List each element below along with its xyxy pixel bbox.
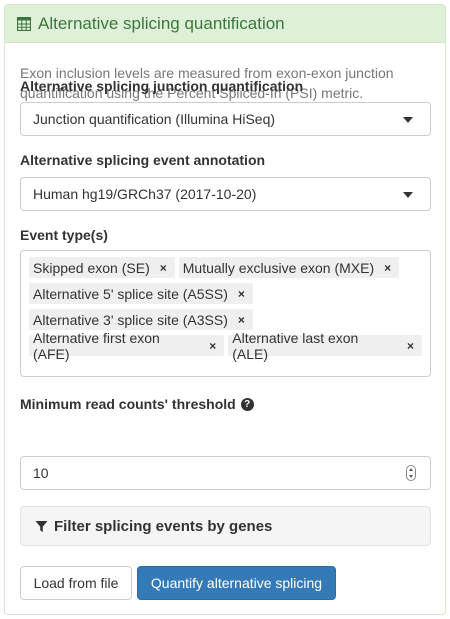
junction-select[interactable]: Junction quantification (Illumina HiSeq) [20, 102, 431, 136]
remove-chip-icon[interactable]: × [238, 313, 249, 327]
chip-label: Alternative last exon (ALE) [232, 329, 359, 362]
event-types-label: Event type(s) [20, 227, 108, 243]
chip-row: Alternative first exon (AFE) × Alternati… [29, 330, 426, 362]
caret-down-icon [403, 192, 413, 198]
filter-icon [35, 520, 48, 533]
event-types-multiselect[interactable]: Skipped exon (SE) × Mutually exclusive e… [20, 250, 431, 377]
caret-down-icon [403, 117, 413, 123]
min-reads-label: Minimum read counts' threshold ? [20, 396, 254, 412]
chip-row: Alternative 5' splice site (A5SS) × [29, 282, 426, 308]
event-chip-a3ss: Alternative 3' splice site (A3SS) × [29, 309, 253, 330]
quantify-button[interactable]: Quantify alternative splicing [137, 566, 336, 600]
junction-label: Alternative splicing junction quantifica… [20, 78, 304, 94]
junction-select-value: Junction quantification (Illumina HiSeq) [33, 111, 276, 127]
panel-title: Alternative splicing quantification [38, 13, 285, 33]
panel-body: Exon inclusion levels are measured from … [5, 43, 445, 103]
annotation-select-value: Human hg19/GRCh37 (2017-10-20) [33, 186, 257, 202]
event-chip-afe: Alternative first exon (AFE) × [29, 330, 225, 362]
chip-label: Alternative first exon (AFE) [33, 329, 160, 362]
remove-chip-icon[interactable]: × [407, 339, 418, 353]
chip-row: Skipped exon (SE) × Mutually exclusive e… [29, 256, 426, 282]
remove-chip-icon[interactable]: × [209, 339, 220, 353]
event-chip-mxe: Mutually exclusive exon (MXE) × [178, 257, 400, 278]
annotation-label: Alternative splicing event annotation [20, 152, 266, 168]
event-chip-se: Skipped exon (SE) × [29, 257, 175, 278]
gene-filter-label: Filter splicing events by genes [54, 517, 273, 535]
event-chip-ale: Alternative last exon (ALE) × [228, 330, 422, 362]
min-reads-input[interactable]: 10 [20, 456, 431, 490]
chip-label: Alternative 3' splice site (A3SS) [33, 311, 228, 328]
chip-label: Skipped exon (SE) [33, 259, 150, 276]
annotation-select[interactable]: Human hg19/GRCh37 (2017-10-20) [20, 177, 431, 211]
number-spinner-icon[interactable] [406, 465, 416, 481]
chip-label: Alternative 5' splice site (A5SS) [33, 285, 228, 302]
panel-heading: Alternative splicing quantification [5, 5, 445, 43]
question-circle-icon[interactable]: ? [240, 397, 254, 411]
min-reads-value: 10 [33, 465, 49, 481]
gene-filter-toggle[interactable]: Filter splicing events by genes [20, 506, 431, 546]
remove-chip-icon[interactable]: × [384, 261, 395, 275]
remove-chip-icon[interactable]: × [238, 287, 249, 301]
table-icon [17, 16, 31, 31]
quantification-panel: Alternative splicing quantification Exon… [4, 4, 446, 615]
chip-label: Mutually exclusive exon (MXE) [182, 259, 375, 276]
remove-chip-icon[interactable]: × [160, 261, 171, 275]
min-reads-label-text: Minimum read counts' threshold [20, 396, 236, 412]
load-from-file-button[interactable]: Load from file [20, 566, 132, 600]
event-chip-a5ss: Alternative 5' splice site (A5SS) × [29, 283, 253, 304]
